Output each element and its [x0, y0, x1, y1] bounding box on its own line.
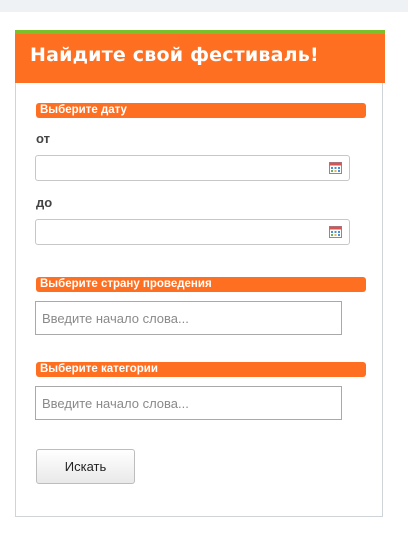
- country-section-header: Выберите страну проведения: [36, 277, 366, 292]
- to-label: до: [36, 195, 53, 210]
- top-band: [0, 0, 408, 12]
- category-section-header: Выберите категории: [36, 362, 366, 377]
- from-label: от: [36, 131, 50, 146]
- panel-header: Найдите свой фестиваль!: [15, 30, 385, 83]
- calendar-icon[interactable]: [329, 226, 342, 238]
- search-button[interactable]: Искать: [36, 449, 135, 484]
- category-search-input[interactable]: [35, 386, 342, 420]
- calendar-icon[interactable]: [329, 162, 342, 174]
- date-section-header: Выберите дату: [36, 103, 366, 118]
- date-from-field[interactable]: [35, 155, 350, 181]
- festival-search-panel: Найдите свой фестиваль! Выберите дату от…: [15, 30, 385, 517]
- panel-title: Найдите свой фестиваль!: [30, 44, 319, 66]
- country-search-input[interactable]: [35, 301, 342, 335]
- date-to-field[interactable]: [35, 219, 350, 245]
